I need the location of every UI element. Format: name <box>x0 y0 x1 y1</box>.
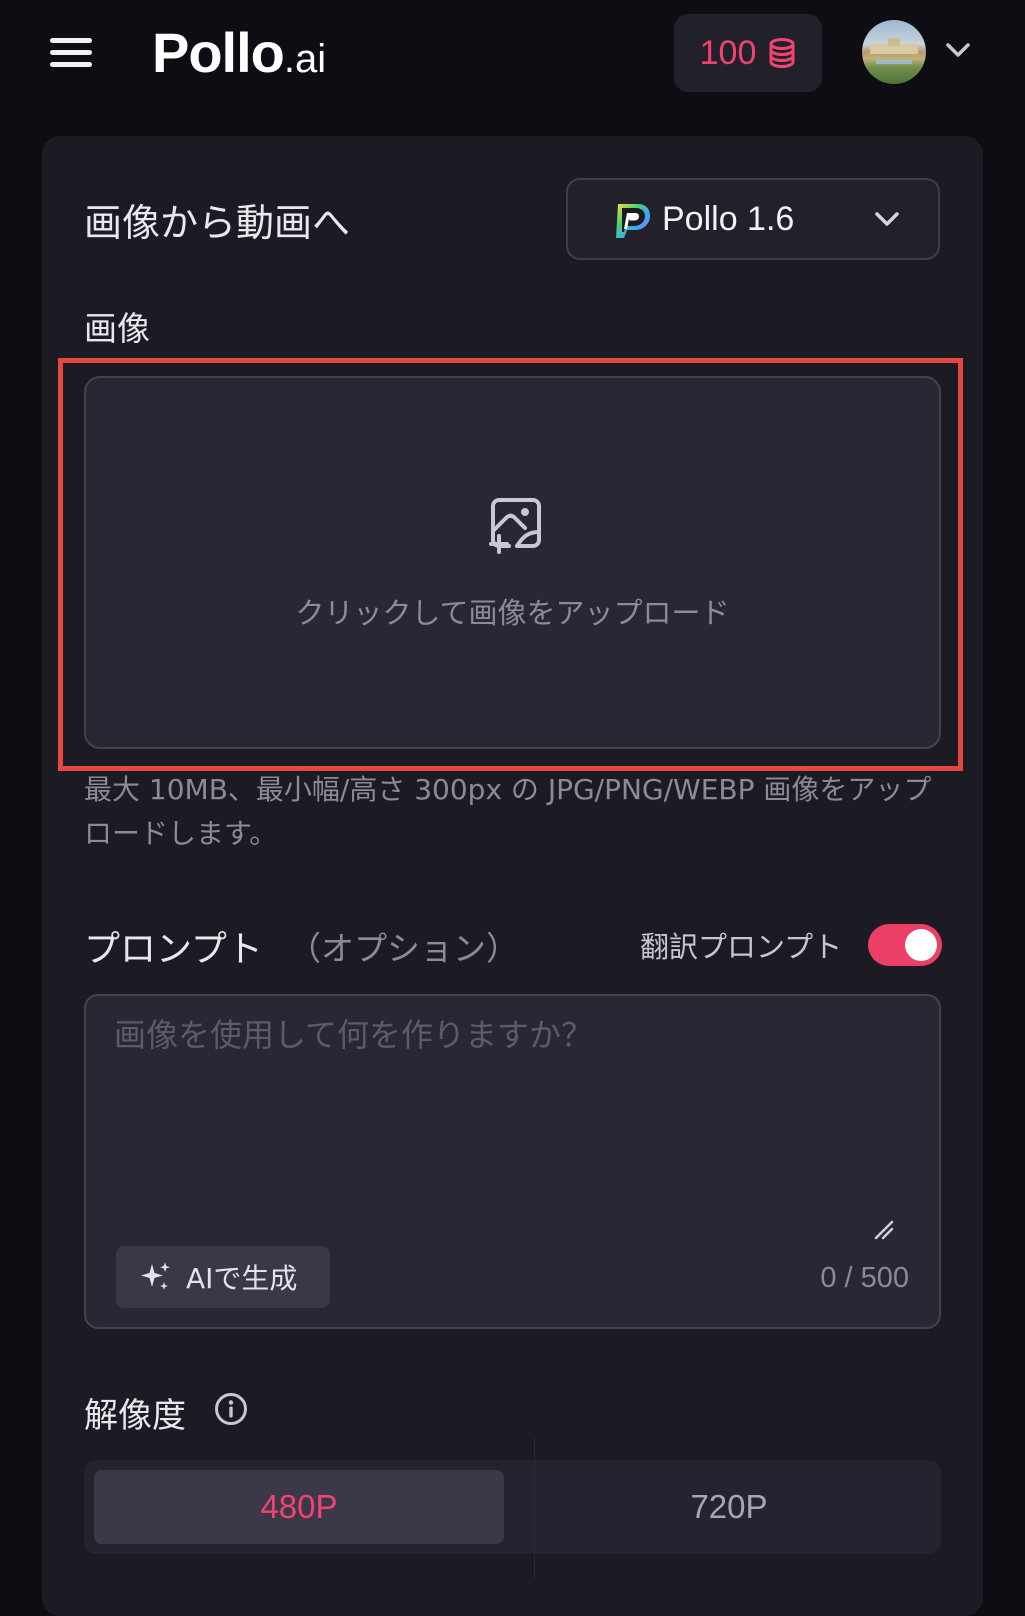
chevron-down-icon <box>875 212 899 226</box>
model-select[interactable]: Pollo 1.6 <box>566 178 940 260</box>
pollo-logo[interactable]: Pollo .ai <box>152 20 326 84</box>
image-add-icon <box>489 498 541 554</box>
resolution-option-480p[interactable]: 480P <box>94 1470 504 1544</box>
translate-prompt-toggle[interactable] <box>868 924 942 966</box>
model-name: Pollo 1.6 <box>662 200 795 238</box>
sparkles-icon <box>141 1262 170 1290</box>
image-section-label: 画像 <box>84 309 150 348</box>
ai-generate-label: AIで生成 <box>186 1262 298 1295</box>
pollo-p-logo-icon <box>616 204 650 238</box>
logo-suffix: .ai <box>283 37 327 81</box>
character-counter: 0 / 500 <box>820 1262 909 1294</box>
hamburger-menu-icon[interactable] <box>50 34 94 70</box>
prompt-textarea[interactable] <box>114 1010 894 1230</box>
top-bar: Pollo .ai 100 <box>0 0 1025 112</box>
prompt-optional-label: （オプション） <box>288 929 519 968</box>
generation-panel: 画像から動画へ Pollo 1.6 画像 クリックして画像をアップロード 最大 … <box>42 136 983 1616</box>
credits-count: 100 <box>699 33 757 72</box>
user-avatar[interactable] <box>862 20 926 84</box>
coin-stack-icon <box>769 38 795 68</box>
translate-prompt-label: 翻訳プロンプト <box>640 930 843 964</box>
prompt-box: AIで生成 0 / 500 <box>84 994 941 1329</box>
resolution-label: 解像度 <box>84 1396 186 1436</box>
page-title: 画像から動画へ <box>84 201 351 245</box>
resolution-selector: 480P 720P <box>84 1460 941 1554</box>
resize-handle-icon[interactable] <box>872 1218 894 1240</box>
upload-hint: 最大 10MB、最小幅/高さ 300px の JPG/PNG/WEBP 画像をア… <box>84 773 932 850</box>
avatar-photo-icon <box>870 38 918 64</box>
resolution-option-720p[interactable]: 720P <box>524 1470 934 1544</box>
toggle-knob <box>905 929 937 961</box>
divider <box>534 1438 535 1578</box>
info-icon[interactable] <box>214 1392 248 1426</box>
chevron-down-icon[interactable] <box>944 40 972 60</box>
credits-button[interactable]: 100 <box>674 14 822 92</box>
upload-instruction: クリックして画像をアップロード <box>295 596 730 630</box>
ai-generate-button[interactable]: AIで生成 <box>116 1246 330 1308</box>
prompt-label: プロンプト <box>84 929 263 970</box>
image-upload-dropzone[interactable]: クリックして画像をアップロード <box>84 376 941 749</box>
logo-text: Pollo <box>152 21 285 84</box>
